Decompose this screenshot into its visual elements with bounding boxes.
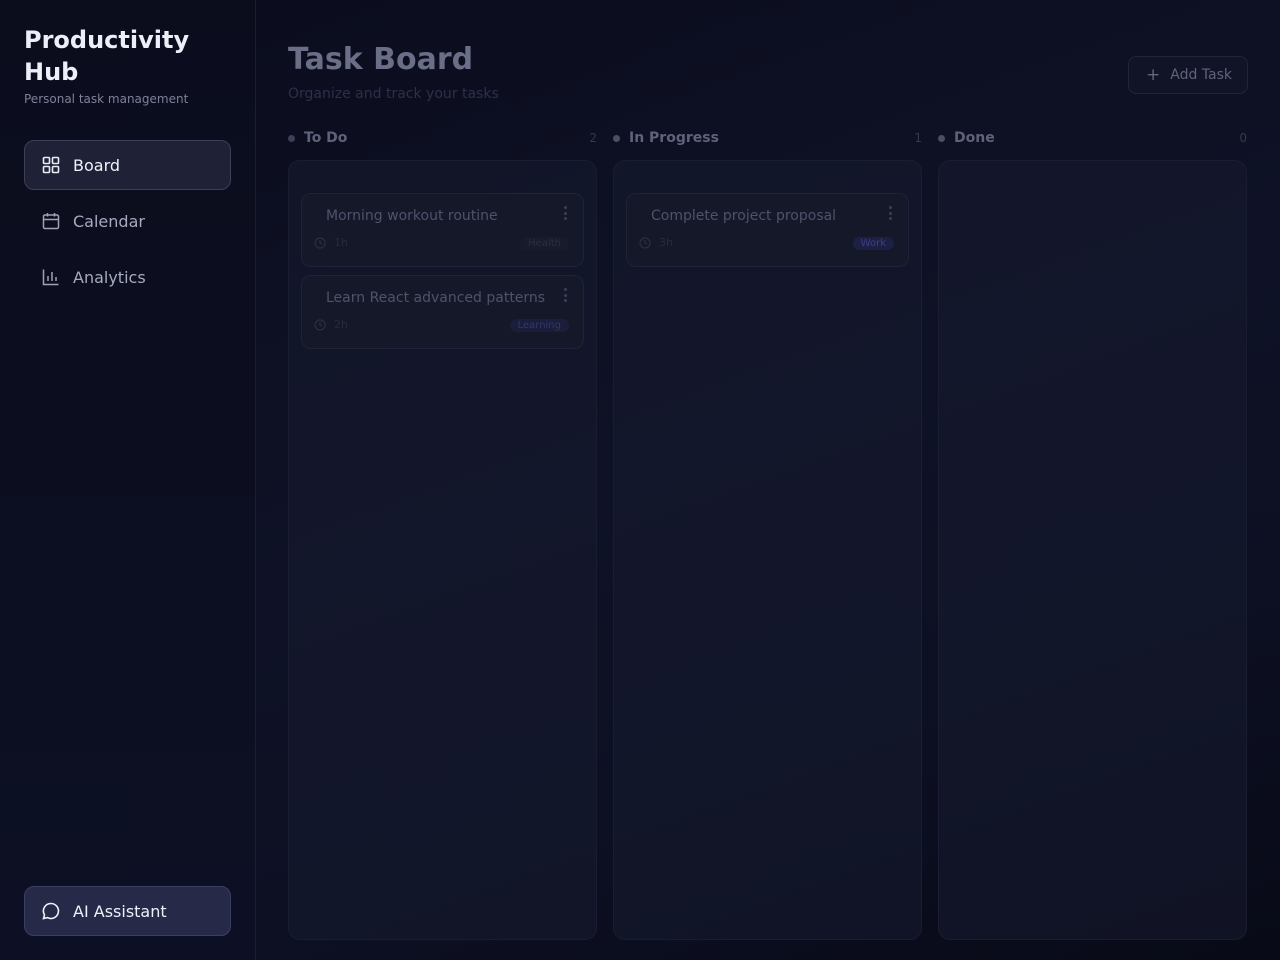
task-duration: 3h [639,236,673,249]
task-title: Complete project proposal [651,208,837,224]
sidebar-item-analytics[interactable]: Analytics [24,252,231,302]
status-dot [613,134,620,142]
app-subtitle: Personal task management [24,92,189,106]
task-duration-text: 1h [334,236,348,249]
bar-chart-icon [41,267,61,287]
sidebar-item-calendar[interactable]: Calendar [24,196,231,246]
status-dot [938,134,945,142]
more-options-icon[interactable] [563,288,567,302]
task-tag: Learning [509,319,569,332]
clock-icon [314,236,326,249]
column-title: In Progress [629,130,719,146]
page-title: Task Board [288,42,474,77]
sidebar-item-label: Analytics [73,267,146,287]
task-tag: Health [520,237,569,250]
sidebar-nav: Board Calendar Analytics [24,140,231,308]
chat-bubble-icon [41,901,61,921]
calendar-icon [41,211,61,231]
ai-assistant-button[interactable]: AI Assistant [24,886,231,936]
task-duration-text: 2h [334,318,348,331]
main-content: Task Board Organize and track your tasks… [256,0,1280,960]
task-card[interactable]: Complete project proposal 3h Work [626,193,909,267]
task-title: Morning workout routine [326,208,498,224]
column-count: 0 [1239,131,1247,145]
sidebar-item-label: Calendar [73,211,145,231]
task-tag: Work [852,237,894,250]
sidebar-item-label: Board [73,155,121,175]
task-duration: 2h [314,318,348,331]
task-duration-text: 3h [659,236,673,249]
grid-icon [41,155,61,175]
task-duration: 1h [314,236,348,249]
column-count: 2 [589,131,597,145]
clock-icon [314,318,326,331]
more-options-icon[interactable] [888,206,892,220]
page-subtitle: Organize and track your tasks [288,86,499,102]
sidebar-item-board[interactable]: Board [24,140,231,190]
task-card[interactable]: Morning workout routine 1h Health [301,193,584,267]
column-title: To Do [304,130,348,146]
column-count: 1 [914,131,922,145]
column-header-done: Done 0 [938,128,1247,148]
status-dot [288,134,295,142]
sidebar: Productivity Hub Personal task managemen… [0,0,256,960]
more-options-icon[interactable] [563,206,567,220]
plus-icon: + [1146,65,1161,85]
clock-icon [639,236,651,249]
task-title: Learn React advanced patterns [326,290,546,306]
app-title: Productivity Hub [24,26,190,86]
column-title: Done [954,130,995,146]
ai-assistant-label: AI Assistant [73,901,167,921]
add-task-button[interactable]: + Add Task [1128,56,1248,94]
column-header-todo: To Do 2 [288,128,597,148]
task-card[interactable]: Learn React advanced patterns 2h Learnin… [301,275,584,349]
column-done[interactable] [938,160,1247,940]
column-header-in-progress: In Progress 1 [613,128,922,148]
column-todo[interactable]: Morning workout routine 1h Health Learn … [288,160,597,940]
add-task-label: Add Task [1170,67,1233,83]
column-in-progress[interactable]: Complete project proposal 3h Work [613,160,922,940]
